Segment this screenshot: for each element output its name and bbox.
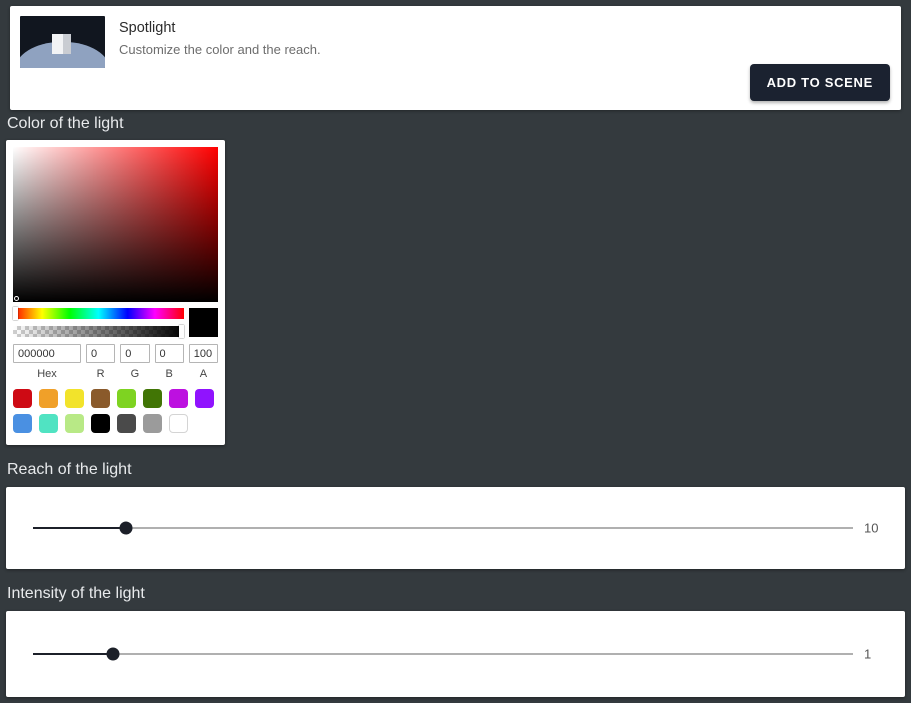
thumbnail-cube-shaded-face xyxy=(63,34,72,54)
current-color-preview-swatch xyxy=(189,308,218,337)
color-preset-turquoise[interactable] xyxy=(39,414,58,433)
reach-slider[interactable] xyxy=(33,521,853,535)
color-slider-stack xyxy=(13,307,184,338)
green-field-label: G xyxy=(130,368,140,380)
color-presets xyxy=(13,389,218,433)
thumbnail-cube-light-face xyxy=(52,34,64,54)
red-field-group: R xyxy=(86,344,116,381)
color-preset-black[interactable] xyxy=(91,414,110,433)
blue-input[interactable] xyxy=(154,344,184,363)
color-preset-crimson[interactable] xyxy=(13,389,32,408)
color-preset-dark-green[interactable] xyxy=(143,389,162,408)
header-actions: ADD TO SCENE xyxy=(749,64,890,101)
intensity-slider-value: 1 xyxy=(864,646,872,662)
add-to-scene-button[interactable]: ADD TO SCENE xyxy=(749,64,890,101)
saturation-value-pointer[interactable] xyxy=(14,296,19,301)
header-top-row: Spotlight Customize the color and the re… xyxy=(10,6,901,68)
color-preset-pale-green[interactable] xyxy=(65,414,84,433)
color-preset-blue[interactable] xyxy=(13,414,32,433)
intensity-slider-track[interactable] xyxy=(33,653,853,655)
hue-slider-thumb[interactable] xyxy=(13,307,18,320)
section-heading-intensity: Intensity of the light xyxy=(7,585,145,602)
alpha-input[interactable] xyxy=(188,344,218,363)
color-preset-dark-gray[interactable] xyxy=(117,414,136,433)
header-text-block: Spotlight Customize the color and the re… xyxy=(119,16,321,59)
hex-input[interactable] xyxy=(13,344,81,363)
reach-slider-track[interactable] xyxy=(33,527,853,529)
color-preset-purple[interactable] xyxy=(195,389,214,408)
green-field-group: G xyxy=(120,344,150,381)
page-subtitle: Customize the color and the reach. xyxy=(119,42,321,57)
hue-slider[interactable] xyxy=(13,307,184,320)
spotlight-preview-thumbnail xyxy=(20,16,105,68)
color-preset-white[interactable] xyxy=(169,414,188,433)
color-preset-gray[interactable] xyxy=(143,414,162,433)
color-preset-yellow[interactable] xyxy=(65,389,84,408)
reach-slider-card: 10 xyxy=(6,487,905,569)
color-slider-row xyxy=(13,307,218,338)
blue-field-group: B xyxy=(154,344,184,381)
color-preset-row-1 xyxy=(13,389,218,408)
alpha-field-label: A xyxy=(199,368,208,380)
reach-slider-value: 10 xyxy=(864,520,879,536)
hex-field-group: Hex xyxy=(13,344,81,381)
alpha-field-group: A xyxy=(188,344,218,381)
intensity-slider[interactable] xyxy=(33,647,853,661)
intensity-slider-card: 1 xyxy=(6,611,905,697)
item-header-card: Spotlight Customize the color and the re… xyxy=(10,6,901,110)
intensity-slider-thumb[interactable] xyxy=(106,647,120,661)
alpha-slider-thumb[interactable] xyxy=(179,325,184,338)
page-title: Spotlight xyxy=(119,20,176,36)
section-heading-color: Color of the light xyxy=(7,115,124,132)
red-field-label: R xyxy=(96,368,105,380)
color-value-fields: Hex R G B A xyxy=(13,344,218,381)
saturation-value-area[interactable] xyxy=(13,147,218,302)
section-heading-reach: Reach of the light xyxy=(7,461,132,478)
alpha-slider[interactable] xyxy=(13,325,184,338)
color-preset-magenta[interactable] xyxy=(169,389,188,408)
blue-field-label: B xyxy=(165,368,173,380)
green-input[interactable] xyxy=(120,344,150,363)
intensity-slider-fill xyxy=(33,653,114,655)
color-preset-row-2 xyxy=(13,414,218,433)
color-picker-panel: Hex R G B A xyxy=(6,140,225,445)
reach-slider-fill xyxy=(33,527,126,529)
color-preset-orange[interactable] xyxy=(39,389,58,408)
color-preset-brown[interactable] xyxy=(91,389,110,408)
hex-field-label: Hex xyxy=(37,368,57,380)
red-input[interactable] xyxy=(86,344,116,363)
reach-slider-thumb[interactable] xyxy=(119,521,133,535)
color-preset-light-green[interactable] xyxy=(117,389,136,408)
